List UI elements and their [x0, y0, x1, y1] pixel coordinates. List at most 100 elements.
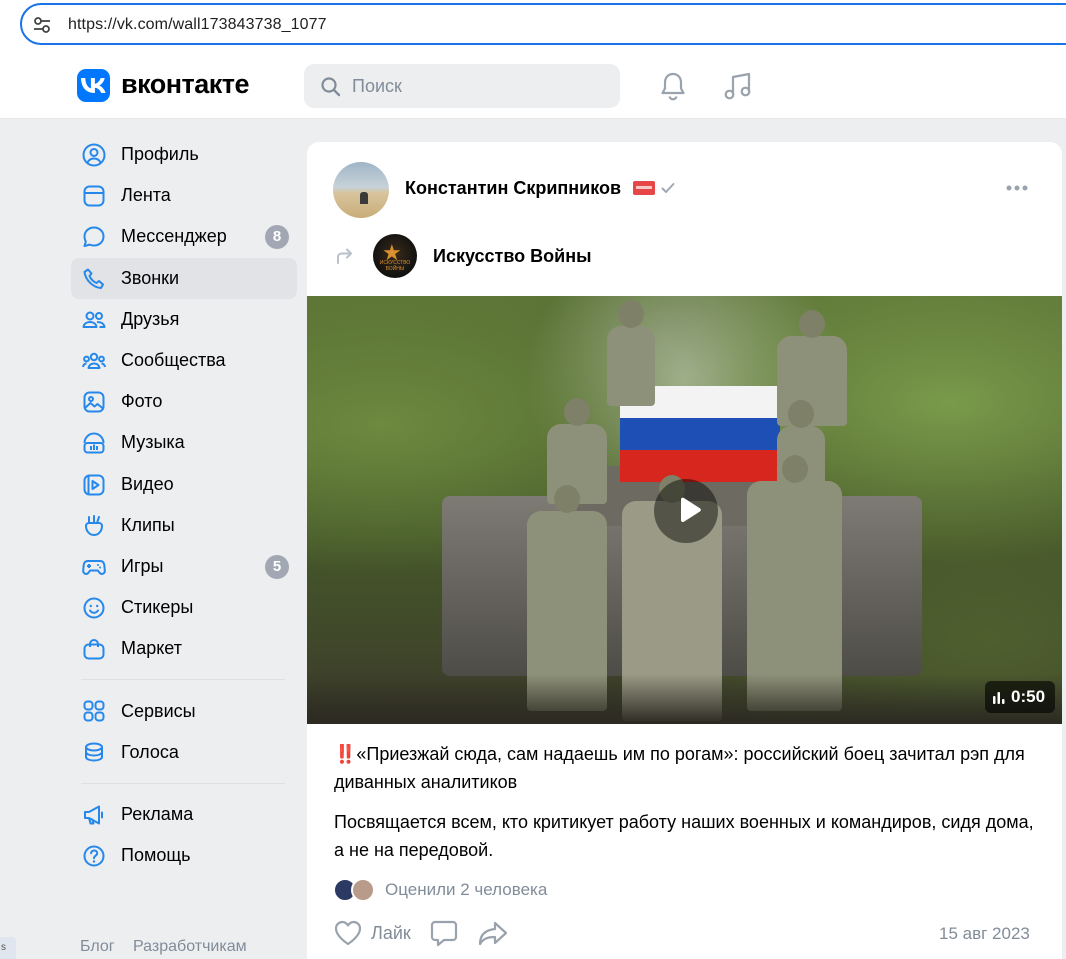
heart-icon — [334, 920, 362, 946]
nav-label: Голоса — [121, 741, 179, 762]
friends-icon — [82, 311, 106, 328]
author-name[interactable]: Константин Скрипников — [405, 178, 621, 199]
nav-ads[interactable]: Реклама — [71, 794, 297, 835]
liker-avatar — [351, 878, 375, 902]
nav-music[interactable]: Музыка — [71, 422, 297, 463]
nav-divider — [81, 782, 285, 784]
nav-divider — [81, 679, 285, 681]
nav-friends[interactable]: Друзья — [71, 299, 297, 340]
browser-address-bar: https://vk.com/wall173843738_1077 — [0, 0, 1066, 52]
nav-calls[interactable]: Звонки — [71, 257, 297, 299]
clips-icon — [85, 514, 103, 536]
search-input[interactable] — [352, 64, 602, 108]
nav-communities[interactable]: Сообщества — [71, 340, 297, 381]
services-icon — [83, 700, 105, 722]
footer-link-blog[interactable]: Блог — [80, 938, 115, 955]
footer-link-developers[interactable]: Разработчикам — [133, 938, 247, 955]
nav-label: Сервисы — [121, 700, 196, 721]
communities-icon — [82, 352, 106, 369]
post-date[interactable]: 15 авг 2023 — [939, 924, 1030, 944]
group-avatar[interactable]: ★ ИСКУССТВО ВОЙНЫ — [373, 234, 417, 278]
search-box[interactable] — [304, 64, 620, 108]
votes-icon — [85, 742, 103, 762]
vk-logo-icon[interactable] — [77, 69, 110, 102]
photo-icon — [83, 391, 105, 413]
nav-label: Профиль — [121, 144, 199, 165]
nav-label: Видео — [121, 473, 174, 494]
help-icon — [83, 845, 105, 867]
post-title: ‼️«Приезжай сюда, сам надаешь им по рога… — [334, 740, 1044, 796]
search-icon — [321, 77, 341, 97]
nav-photo[interactable]: Фото — [71, 381, 297, 422]
video-scene-soldier — [607, 300, 655, 406]
nav-label: Фото — [121, 391, 163, 412]
messenger-icon — [83, 226, 105, 248]
video-scene-ground — [307, 674, 1062, 724]
nav-label: Маркет — [121, 638, 182, 659]
market-icon — [83, 639, 105, 660]
nav-label: Игры — [121, 555, 164, 576]
games-badge: 5 — [265, 554, 289, 579]
music-icon — [83, 432, 105, 454]
nav-games[interactable]: Игры 5 — [71, 546, 297, 587]
nav-label: Музыка — [121, 432, 185, 453]
nav-feed[interactable]: Лента — [71, 175, 297, 216]
nav-label: Клипы — [121, 514, 175, 535]
nav-votes[interactable]: Голоса — [71, 732, 297, 773]
feed-icon — [83, 185, 105, 207]
play-button[interactable] — [654, 479, 718, 543]
like-button[interactable]: Лайк — [333, 919, 411, 947]
video-player[interactable]: 0:50 — [307, 296, 1062, 724]
nav-label: Лента — [121, 185, 171, 206]
nav-profile[interactable]: Профиль — [71, 134, 297, 175]
music-note-icon[interactable] — [722, 70, 754, 102]
share-button[interactable] — [477, 919, 509, 947]
comment-icon — [430, 920, 457, 947]
site-logo-text[interactable]: вконтакте — [121, 69, 250, 100]
corner-tab[interactable]: s — [0, 937, 16, 959]
like-label: Лайк — [371, 922, 411, 943]
likers-row[interactable]: Оценили 2 человека — [333, 878, 547, 902]
unread-badge: 8 — [265, 225, 289, 250]
play-icon — [681, 497, 701, 523]
more-options-icon[interactable] — [1005, 182, 1029, 194]
nav-label: Мессенджер — [121, 226, 227, 247]
nav-messenger[interactable]: Мессенджер 8 — [71, 216, 297, 257]
repost-arrow-icon — [337, 248, 352, 264]
comment-button[interactable] — [429, 918, 459, 948]
share-icon — [478, 921, 507, 946]
nav-clips[interactable]: Клипы — [71, 505, 297, 546]
author-avatar[interactable] — [333, 162, 389, 218]
phone-icon — [83, 268, 104, 289]
nav-label: Реклама — [121, 803, 194, 824]
double-exclamation-icon: ‼️ — [334, 744, 357, 764]
post-title-text: «Приезжай сюда, сам надаешь им по рогам»… — [334, 744, 1025, 792]
wall-post: Константин Скрипников ★ ИСКУССТВО ВОЙНЫ … — [307, 142, 1062, 959]
bell-icon[interactable] — [658, 70, 688, 102]
profile-icon — [82, 143, 106, 167]
video-icon — [83, 474, 105, 495]
author-badges — [633, 181, 675, 195]
nav-label: Сообщества — [121, 350, 226, 371]
verified-check-icon — [661, 183, 675, 193]
nav-label: Помощь — [121, 845, 191, 866]
nav-services[interactable]: Сервисы — [71, 690, 297, 731]
nav-label: Стикеры — [121, 597, 194, 618]
nav-help[interactable]: Помощь — [71, 835, 297, 876]
repost-group-name[interactable]: Искусство Войны — [433, 246, 591, 267]
nav-market[interactable]: Маркет — [71, 628, 297, 669]
nav-video[interactable]: Видео — [71, 464, 297, 505]
nav-label: Звонки — [121, 267, 180, 288]
url-field[interactable]: https://vk.com/wall173843738_1077 — [20, 3, 1066, 45]
left-nav: Профиль Лента Мессенджер 8 Звонки Друзья… — [71, 134, 297, 876]
video-duration: 0:50 — [1011, 687, 1046, 706]
site-settings-icon[interactable] — [32, 15, 52, 35]
flag-badge-icon — [633, 181, 655, 195]
video-duration-badge: 0:50 — [985, 681, 1056, 713]
post-body-text: Посвящается всем, кто критикует работу н… — [334, 812, 1034, 860]
group-avatar-text: ИСКУССТВО ВОЙНЫ — [379, 260, 411, 272]
post-actions: Лайк — [333, 918, 527, 948]
stickers-icon — [83, 597, 105, 619]
nav-stickers[interactable]: Стикеры — [71, 587, 297, 628]
likers-text: Оценили 2 человека — [385, 880, 548, 899]
